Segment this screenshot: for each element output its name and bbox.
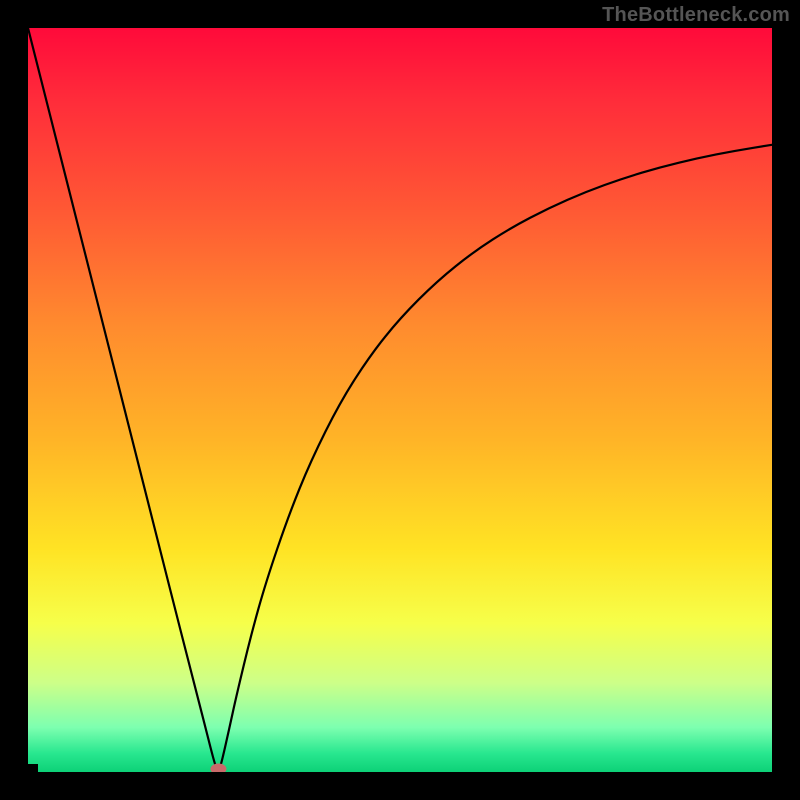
plot-area (28, 28, 772, 772)
chart-frame: TheBottleneck.com (0, 0, 800, 800)
watermark-text: TheBottleneck.com (602, 4, 790, 27)
gradient-background (28, 28, 772, 772)
origin-notch (28, 764, 38, 772)
chart-svg (28, 28, 772, 772)
